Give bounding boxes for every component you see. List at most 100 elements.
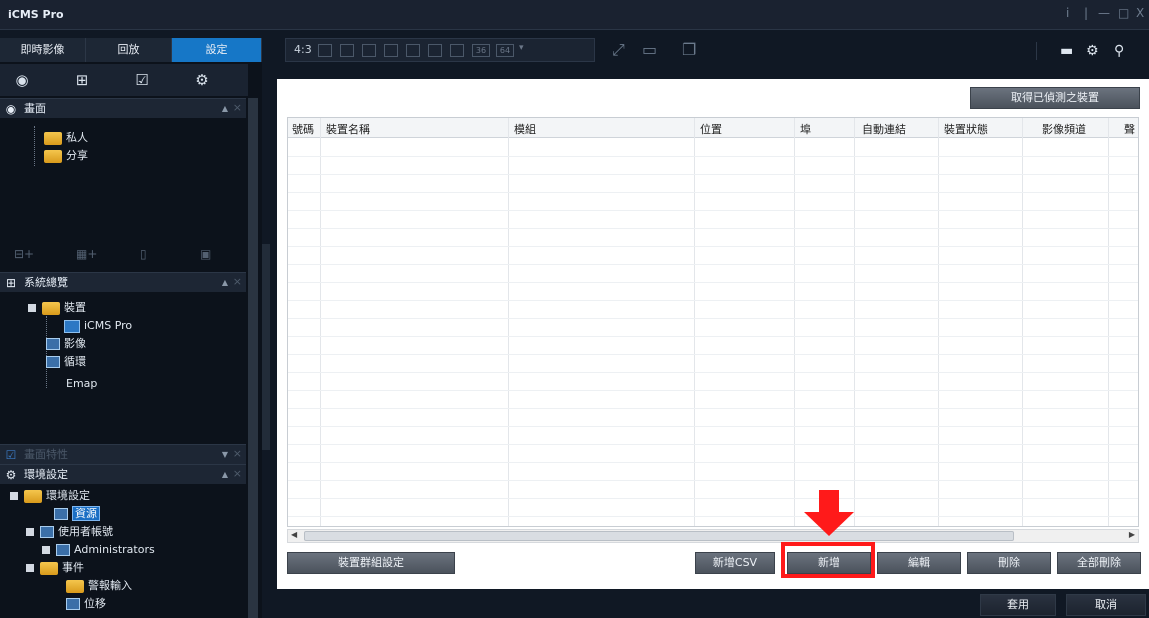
layout-64-icon[interactable]: 64 — [496, 44, 514, 57]
tree-item-icms[interactable]: iCMS Pro — [64, 318, 132, 334]
layout-10-icon[interactable] — [406, 44, 420, 57]
expand-icon[interactable] — [10, 492, 18, 500]
eye-icon[interactable]: ◉ — [12, 70, 32, 90]
edit-icon[interactable]: ▣ — [200, 247, 211, 261]
expand-icon[interactable]: ▼ — [222, 446, 228, 464]
edit-button[interactable]: 編輯 — [877, 552, 961, 574]
trash-icon[interactable]: ▯ — [140, 247, 147, 261]
tree-label: 分享 — [66, 149, 88, 162]
layout-1-icon[interactable] — [318, 44, 332, 57]
col-port[interactable]: 埠 — [800, 121, 811, 137]
tree-item-env-root[interactable]: 環境設定 — [10, 488, 90, 504]
scrollbar-thumb[interactable] — [304, 531, 1014, 541]
tree-item-event[interactable]: 事件 — [26, 560, 84, 576]
left-scrollbar[interactable] — [248, 98, 258, 618]
keyboard-icon[interactable]: ▬ — [1060, 43, 1073, 59]
scroll-left-icon[interactable]: ◀ — [291, 530, 297, 539]
close-section-icon[interactable]: × — [233, 273, 242, 291]
collapse-icon[interactable]: ▲ — [222, 274, 228, 292]
checkbox-icon[interactable]: ☑ — [132, 70, 152, 90]
col-audio[interactable]: 聲 — [1124, 121, 1135, 137]
panel-splitter[interactable] — [262, 244, 270, 450]
table-horizontal-scrollbar[interactable]: ◀ ▶ — [287, 529, 1139, 543]
tree-label: 環境設定 — [46, 489, 90, 502]
tree-item-video[interactable]: 影像 — [46, 336, 86, 352]
get-detected-devices-button[interactable]: 取得已偵測之裝置 — [970, 87, 1140, 109]
layers-icon[interactable]: ❐ — [682, 40, 696, 59]
tab-live-view[interactable]: 即時影像 — [0, 38, 86, 62]
section-env-header[interactable]: ⚙ 環境設定 ▲ × — [0, 464, 246, 484]
tree-item-share[interactable]: 分享 — [44, 148, 88, 164]
add-view-icon[interactable]: ⊟+ — [14, 247, 34, 261]
fullscreen-icon[interactable]: ⤢ — [612, 40, 625, 60]
add-layout-icon[interactable]: ▦+ — [76, 247, 97, 261]
collapse-icon[interactable]: ▲ — [222, 100, 228, 118]
loop-icon — [46, 356, 60, 368]
tree-item-alarm-input[interactable]: 警報輸入 — [66, 578, 132, 594]
tree-label: iCMS Pro — [84, 319, 133, 332]
tree-item-device[interactable]: 裝置 — [28, 300, 86, 316]
tree-item-emap[interactable]: Emap — [66, 376, 97, 392]
close-section-icon[interactable]: × — [233, 99, 242, 117]
search-icon[interactable]: ⚲ — [1114, 43, 1124, 59]
col-model[interactable]: 模組 — [514, 121, 536, 137]
checkbox-icon: ☑ — [5, 448, 17, 462]
expand-icon[interactable] — [28, 304, 36, 312]
tree-item-resource[interactable]: 資源 — [54, 506, 100, 522]
expand-icon[interactable] — [26, 564, 34, 572]
close-section-icon[interactable]: × — [233, 465, 242, 483]
tab-playback[interactable]: 回放 — [86, 38, 172, 62]
tab-settings-label: 設定 — [205, 43, 228, 56]
device-group-settings-button[interactable]: 裝置群組設定 — [287, 552, 455, 574]
monitor-icon[interactable]: ▭ — [642, 40, 657, 59]
delete-all-button[interactable]: 全部刪除 — [1057, 552, 1141, 574]
maximize-icon[interactable]: □ — [1118, 6, 1129, 20]
folder-icon — [42, 301, 60, 315]
delete-button[interactable]: 刪除 — [967, 552, 1051, 574]
layout-16-icon[interactable] — [450, 44, 464, 57]
layout-36-icon[interactable]: 36 — [472, 44, 490, 57]
col-video-channel[interactable]: 影像頻道 — [1042, 121, 1086, 137]
section-props-header[interactable]: ☑ 畫面特性 ▼ × — [0, 444, 246, 464]
settings-gear-icon[interactable]: ⚙ — [1086, 43, 1099, 59]
add-csv-button[interactable]: 新增CSV — [695, 552, 775, 574]
user-icon — [40, 526, 54, 538]
tree-item-admins[interactable]: Administrators — [42, 542, 155, 558]
close-section-icon[interactable]: × — [233, 445, 242, 463]
apply-button[interactable]: 套用 — [980, 594, 1056, 616]
network-icon[interactable]: ⊞ — [72, 70, 92, 90]
col-location[interactable]: 位置 — [700, 121, 722, 137]
col-device-name[interactable]: 裝置名稱 — [326, 121, 370, 137]
minimize-icon[interactable]: — — [1098, 6, 1110, 20]
tree-item-user-account[interactable]: 使用者帳號 — [26, 524, 113, 540]
video-icon — [46, 338, 60, 350]
layout-6-icon[interactable] — [362, 44, 376, 57]
close-icon[interactable]: X — [1136, 6, 1144, 20]
col-auto-connect[interactable]: 自動連結 — [862, 121, 906, 137]
tab-settings[interactable]: 設定 — [172, 38, 262, 62]
layout-13-icon[interactable] — [428, 44, 442, 57]
tree-item-private[interactable]: 私人 — [44, 130, 88, 146]
layout-4-icon[interactable] — [340, 44, 354, 57]
chevron-down-icon[interactable]: ▾ — [519, 43, 524, 53]
collapse-icon[interactable]: ▲ — [222, 466, 228, 484]
tree-item-loop[interactable]: 循環 — [46, 354, 86, 370]
section-screen-header[interactable]: ◉ 畫面 ▲ × — [0, 98, 246, 118]
section-overview-header[interactable]: ⊞ 系統總覽 ▲ × — [0, 272, 246, 292]
tree-item-motion[interactable]: 位移 — [66, 596, 106, 612]
expand-icon[interactable] — [26, 528, 34, 536]
col-number[interactable]: 號碼 — [292, 121, 314, 137]
layout-9-icon[interactable] — [384, 44, 398, 57]
info-icon[interactable]: i — [1066, 6, 1069, 20]
scroll-right-icon[interactable]: ▶ — [1129, 530, 1135, 539]
col-device-status[interactable]: 裝置狀態 — [944, 121, 988, 137]
network-icon: ⊞ — [5, 276, 17, 290]
gear-icon[interactable]: ⚙ — [192, 70, 212, 90]
cancel-button[interactable]: 取消 — [1066, 594, 1146, 616]
device-settings-panel: 取得已偵測之裝置 號碼 裝置名稱 模組 位置 埠 自動連結 裝置狀態 影像頻道 … — [277, 79, 1149, 589]
device-table: 號碼 裝置名稱 模組 位置 埠 自動連結 裝置狀態 影像頻道 聲 — [287, 117, 1139, 527]
aspect-ratio[interactable]: 4:3 — [294, 43, 312, 56]
red-arrow-shaft — [819, 490, 839, 514]
screen-tree: 私人 分享 — [0, 122, 246, 242]
expand-icon[interactable] — [42, 546, 50, 554]
